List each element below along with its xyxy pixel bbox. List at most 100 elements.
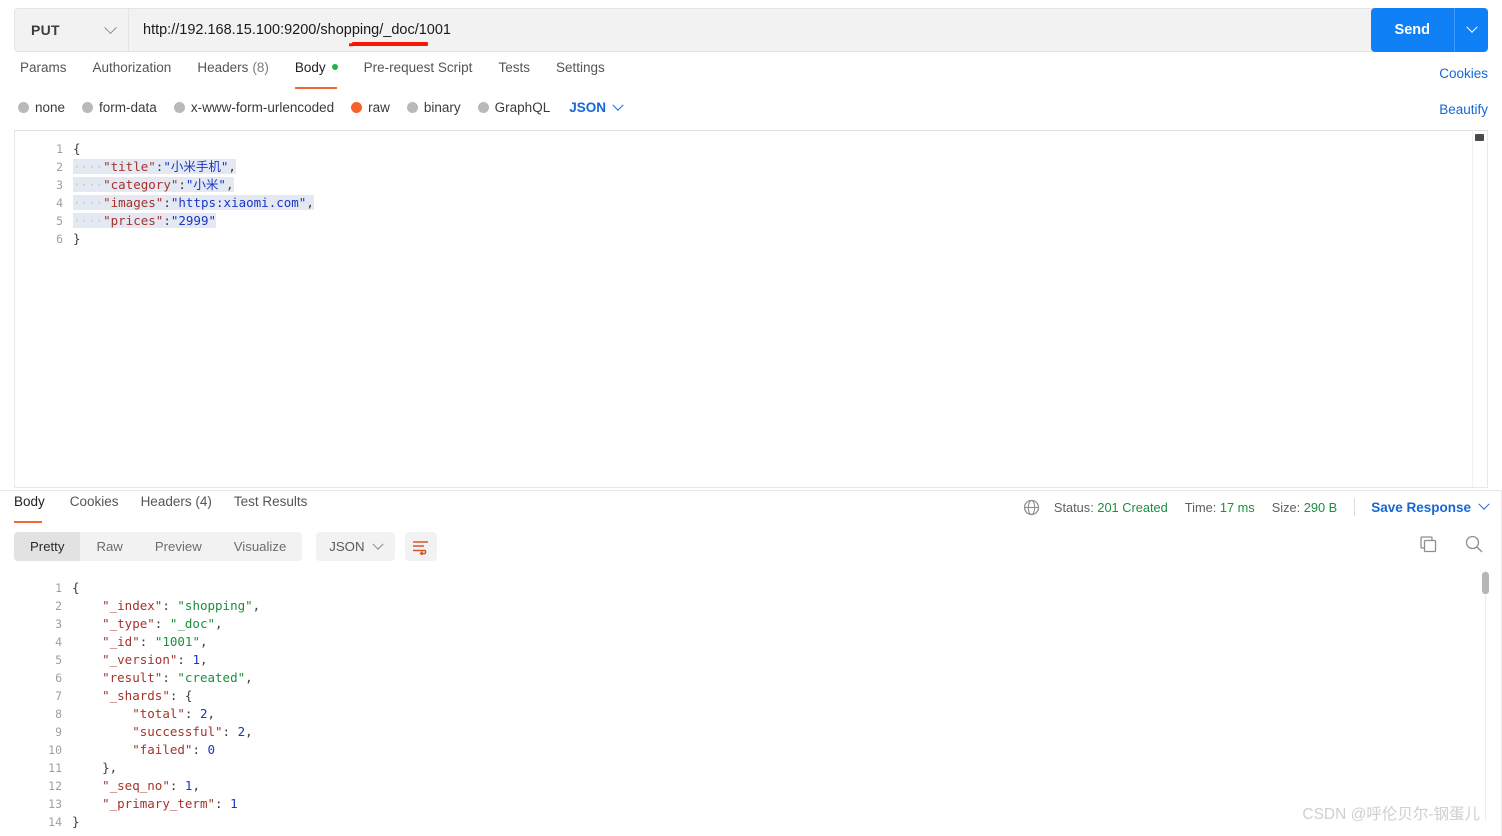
code-line[interactable]: "_id": "1001", — [72, 633, 1488, 651]
response-scrollbar-thumb[interactable] — [1482, 572, 1489, 594]
tab-params[interactable]: Params — [14, 60, 80, 89]
tab-authorization[interactable]: Authorization — [80, 60, 185, 89]
body-format-select[interactable]: JSON — [569, 99, 624, 115]
radio-label: none — [35, 100, 66, 115]
line-number: 1 — [55, 581, 62, 595]
code-line[interactable]: "_seq_no": 1, — [72, 777, 1488, 795]
tab-label: Tests — [498, 60, 530, 75]
cookies-link[interactable]: Cookies — [1439, 66, 1488, 81]
request-editor-code[interactable]: {····"title":"小米手机", ····"category":"小米",… — [73, 131, 1487, 487]
chevron-down-icon — [612, 99, 624, 111]
search-icon[interactable] — [1464, 534, 1484, 554]
response-tab-test-results[interactable]: Test Results — [223, 494, 319, 523]
code-line[interactable]: ····"title":"小米手机", — [73, 158, 1487, 176]
request-editor-scrollbar-thumb[interactable] — [1475, 134, 1484, 141]
line-number: 9 — [55, 725, 62, 739]
tab-tests[interactable]: Tests — [485, 60, 543, 89]
view-preview-button[interactable]: Preview — [139, 532, 218, 561]
body-type-binary[interactable]: binary — [406, 100, 461, 115]
request-editor-scrollbar-track[interactable] — [1472, 132, 1483, 487]
response-format-select[interactable]: JSON — [316, 532, 396, 561]
body-type-urlencoded[interactable]: x-www-form-urlencoded — [173, 100, 334, 115]
line-number: 8 — [55, 707, 62, 721]
csdn-watermark: CSDN @呼伦贝尔-钢蛋儿 — [1302, 806, 1480, 823]
view-visualize-button[interactable]: Visualize — [218, 532, 303, 561]
time-value: 17 ms — [1219, 499, 1255, 515]
request-body-editor[interactable]: 1 2 3 4 5 6 {····"title":"小米手机", ····"category… — [14, 130, 1488, 488]
line-number: 2 — [55, 599, 62, 613]
request-editor-line-numbers: 1 2 3 4 5 6 — [15, 131, 73, 487]
tab-label: Params — [20, 60, 67, 75]
code-line[interactable]: "_version": 1, — [72, 651, 1488, 669]
radio-icon — [18, 102, 29, 113]
response-body-viewer[interactable]: 1 2 3 4 5 6 7 8 9 10 11 12 13 14 { "_index": "shoppin… — [14, 570, 1488, 828]
response-format-label: JSON — [329, 539, 365, 554]
line-number: 10 — [48, 743, 62, 757]
code-line[interactable]: ····"category":"小米", — [73, 176, 1487, 194]
chevron-down-icon — [104, 20, 117, 34]
url-red-underline-annotation — [352, 42, 428, 46]
code-line[interactable]: "_index": "shopping", — [72, 597, 1488, 615]
request-url-input[interactable] — [129, 9, 1387, 51]
radio-label: form-data — [99, 100, 157, 115]
line-number: 13 — [48, 797, 62, 811]
tab-label: Body — [294, 60, 326, 75]
copy-icon[interactable] — [1418, 534, 1438, 554]
body-type-raw[interactable]: raw — [351, 100, 390, 115]
globe-icon — [1023, 499, 1040, 516]
line-number: 5 — [55, 653, 62, 667]
code-line[interactable]: { — [72, 579, 1488, 597]
view-pretty-button[interactable]: Pretty — [14, 532, 81, 561]
chevron-down-icon — [1465, 21, 1478, 33]
code-line[interactable]: } — [72, 813, 1488, 828]
code-line[interactable]: } — [73, 230, 1487, 248]
response-tab-headers[interactable]: Headers (4) — [130, 494, 223, 523]
body-type-radio-group: none form-data x-www-form-urlencoded raw… — [18, 99, 624, 115]
code-line[interactable]: "successful": 2, — [72, 723, 1488, 741]
save-response-button[interactable]: Save Response — [1371, 498, 1490, 515]
tab-settings[interactable]: Settings — [543, 60, 618, 89]
http-method-label: PUT — [31, 22, 60, 38]
line-number: 12 — [48, 779, 62, 793]
code-line[interactable]: "_type": "_doc", — [72, 615, 1488, 633]
code-line[interactable]: "_shards": { — [72, 687, 1488, 705]
code-line[interactable]: }, — [72, 759, 1488, 777]
body-format-label: JSON — [569, 100, 606, 115]
body-type-none[interactable]: none — [18, 100, 65, 115]
tab-body[interactable]: Body — [282, 60, 351, 89]
code-line[interactable]: ····"images":"https:xiaomi.com", — [73, 194, 1487, 212]
code-line[interactable]: "total": 2, — [72, 705, 1488, 723]
response-code[interactable]: { "_index": "shopping", "_type": "_doc",… — [72, 570, 1488, 828]
line-number: 1 — [56, 142, 63, 156]
radio-label: GraphQL — [494, 100, 551, 115]
save-response-label: Save Response — [1371, 499, 1471, 515]
code-line[interactable]: ····"prices":"2999" — [73, 212, 1487, 230]
radio-label: binary — [423, 100, 461, 115]
tab-label: Pre-request Script — [363, 60, 473, 75]
code-line[interactable]: "_primary_term": 1 — [72, 795, 1488, 813]
tab-pre-request-script[interactable]: Pre-request Script — [351, 60, 486, 89]
code-line[interactable]: "failed": 0 — [72, 741, 1488, 759]
body-type-form-data[interactable]: form-data — [82, 100, 157, 115]
send-options-button[interactable] — [1454, 8, 1488, 52]
word-wrap-icon[interactable] — [405, 532, 438, 561]
request-tab-bar: Params Authorization Headers (8) Body Pr… — [14, 60, 618, 90]
radio-label: raw — [368, 100, 390, 115]
response-size-item: Size: 290 B — [1272, 500, 1337, 515]
response-tab-cookies[interactable]: Cookies — [59, 494, 130, 523]
response-scrollbar-track[interactable] — [1485, 570, 1486, 820]
body-type-graphql[interactable]: GraphQL — [477, 100, 551, 115]
size-label: Size: — [1271, 499, 1301, 515]
response-view-toolbar: Pretty Raw Preview Visualize JSON — [14, 532, 438, 561]
code-line[interactable]: "result": "created", — [72, 669, 1488, 687]
code-line[interactable]: { — [73, 140, 1487, 158]
http-method-select[interactable]: PUT — [15, 9, 129, 51]
beautify-link[interactable]: Beautify — [1439, 102, 1488, 117]
response-divider — [0, 490, 1502, 491]
send-button[interactable]: Send — [1370, 8, 1454, 52]
response-tab-bar: Body Cookies Headers (4) Test Results — [14, 494, 318, 523]
view-label: Preview — [154, 539, 202, 554]
response-tab-body[interactable]: Body — [14, 494, 59, 523]
tab-headers[interactable]: Headers (8) — [184, 60, 282, 89]
view-raw-button[interactable]: Raw — [80, 532, 138, 561]
